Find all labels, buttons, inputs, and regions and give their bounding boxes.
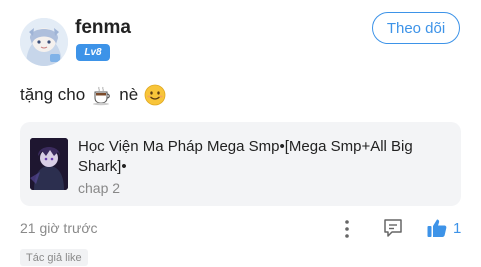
timestamp: 21 giờ trước (20, 220, 98, 236)
coffee-emoji-icon (93, 86, 111, 106)
story-chapter: chap 2 (78, 180, 121, 196)
story-cover-image (30, 138, 68, 190)
like-button[interactable]: 1 (426, 216, 461, 240)
like-count: 1 (453, 219, 462, 237)
reply-icon[interactable] (382, 217, 404, 239)
story-card[interactable]: Học Viện Ma Pháp Mega Smp•[Mega Smp+All … (20, 122, 461, 206)
username[interactable]: fenma (75, 17, 131, 39)
author-liked-badge: Tác giả like (20, 249, 88, 266)
avatar[interactable] (20, 18, 68, 66)
follow-button[interactable]: Theo dõi (372, 12, 460, 44)
more-options-icon[interactable] (340, 218, 354, 240)
story-title: Học Viện Ma Pháp Mega Smp•[Mega Smp+All … (78, 138, 413, 175)
comment-text: tặng cho (20, 85, 86, 104)
smile-emoji-icon (144, 84, 166, 106)
level-badge: Lv8 (76, 44, 110, 61)
thumbs-up-icon (427, 219, 447, 237)
comment-text-suffix: nè (119, 85, 139, 104)
comment-body: tặng cho nè (20, 84, 166, 106)
